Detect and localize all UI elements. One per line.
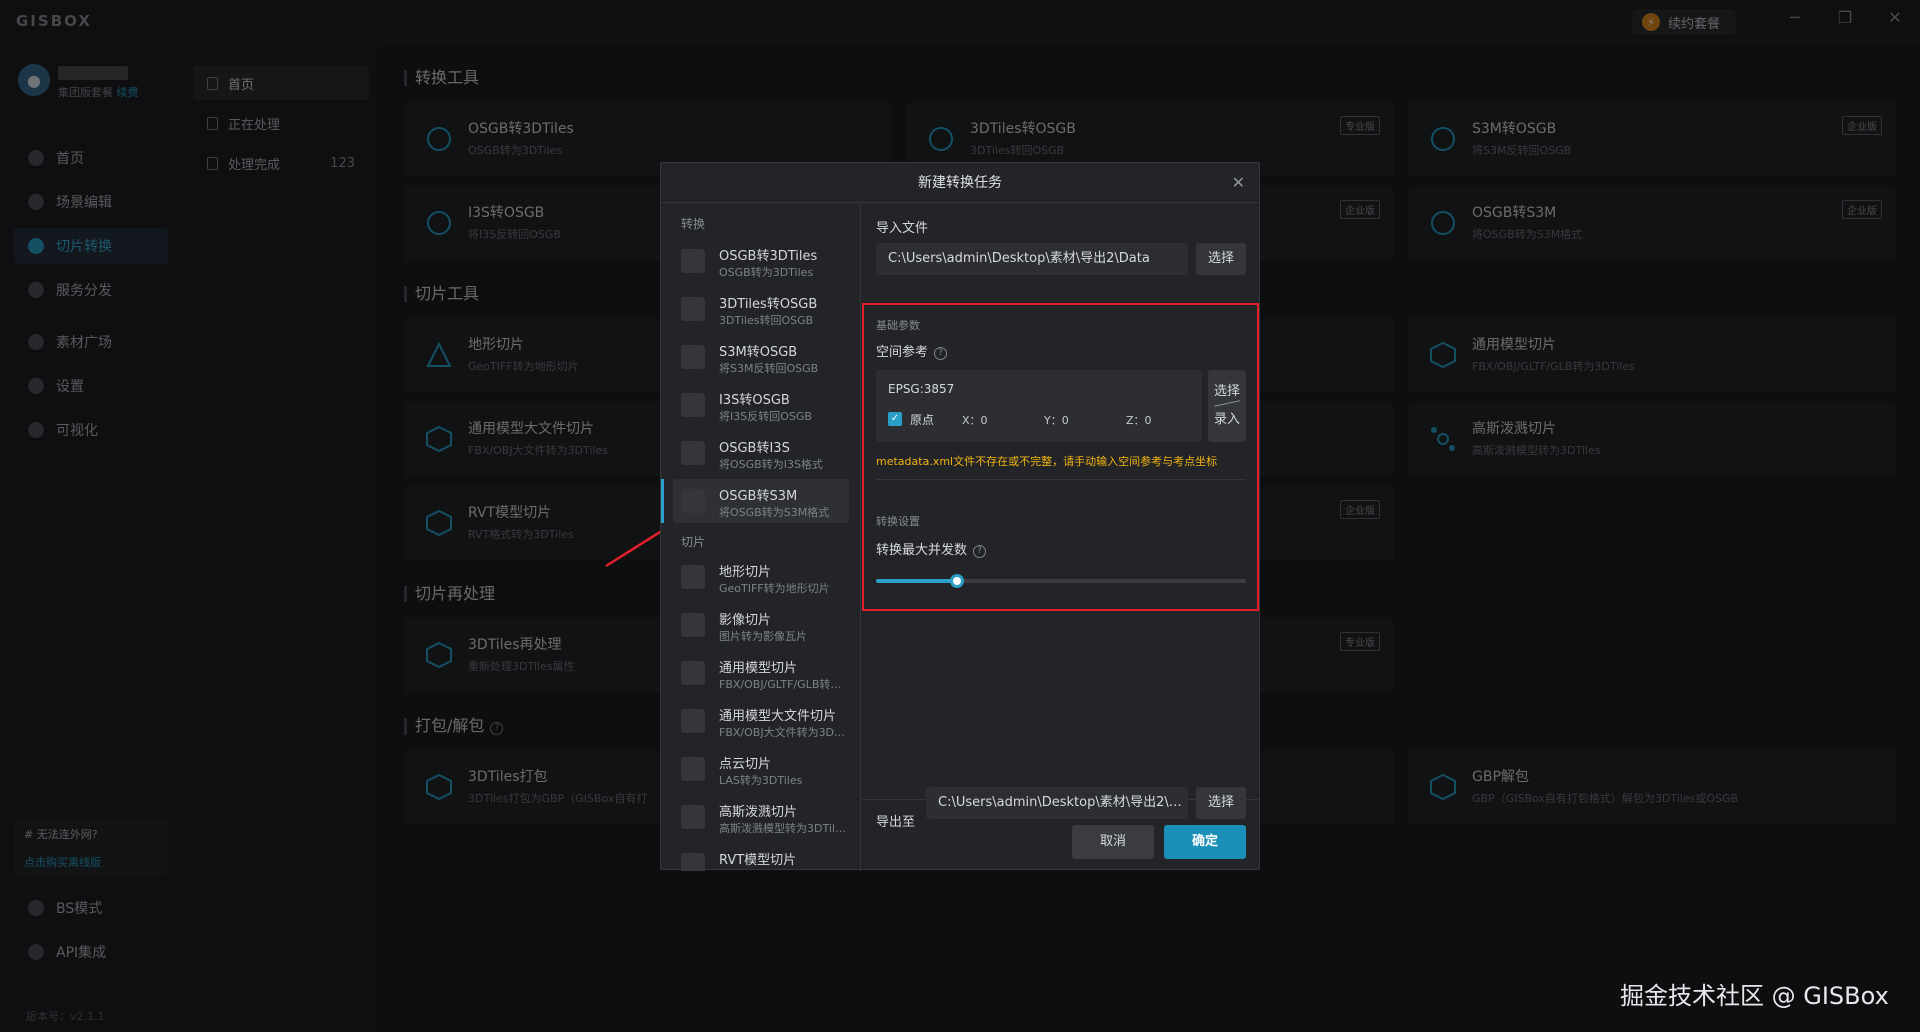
task-item[interactable]: OSGB转3DTiles OSGB转为3DTiles xyxy=(673,239,849,283)
task-item[interactable]: RVT模型切片 xyxy=(673,843,849,871)
task-item[interactable]: 地形切片 GeoTIFF转为地形切片 xyxy=(673,555,849,599)
slider-fill xyxy=(876,579,958,583)
export-label: 导出至 xyxy=(876,815,916,830)
close-icon[interactable]: ✕ xyxy=(1232,163,1245,203)
origin-y[interactable]: Y：0 xyxy=(1044,412,1069,428)
watermark: 掘金技术社区 @ GISBox xyxy=(1620,982,1889,1010)
concurrency-slider[interactable] xyxy=(876,574,1246,588)
convert-icon xyxy=(681,393,705,417)
origin-checkbox[interactable]: ✓ xyxy=(888,412,902,426)
convert-icon xyxy=(681,249,705,273)
group-convert: 转换 xyxy=(681,217,706,231)
convert-settings-label: 转换设置 xyxy=(876,515,920,528)
group-slice: 切片 xyxy=(681,535,706,549)
task-form: 导入文件 C:\Users\admin\Desktop\素材\导出2\Data … xyxy=(862,203,1259,871)
new-task-dialog: 新建转换任务 ✕ 转换 OSGB转3DTiles OSGB转为3DTiles 3D… xyxy=(660,162,1260,871)
cube-icon xyxy=(681,853,705,871)
task-item[interactable]: S3M转OSGB 将S3M反转回OSGB xyxy=(673,335,849,379)
spatial-ref-label: 空间参考? xyxy=(876,341,948,360)
export-select-button[interactable]: 选择 xyxy=(1196,787,1246,819)
convert-icon xyxy=(681,297,705,321)
help-icon: ? xyxy=(973,545,987,558)
terrain-icon xyxy=(681,565,705,589)
task-item-selected[interactable]: OSGB转S3M 将OSGB转为S3M格式 xyxy=(661,479,849,523)
task-item[interactable]: 点云切片 LAS转为3DTiles xyxy=(673,747,849,791)
cancel-button[interactable]: 取消 xyxy=(1072,825,1154,859)
import-label: 导入文件 xyxy=(876,221,929,236)
basic-params-label: 基础参数 xyxy=(876,319,920,332)
task-type-list: 转换 OSGB转3DTiles OSGB转为3DTiles 3DTiles转OSG… xyxy=(661,203,861,871)
import-path-input[interactable]: C:\Users\admin\Desktop\素材\导出2\Data xyxy=(876,243,1188,275)
cube-icon xyxy=(681,709,705,733)
task-item[interactable]: 3DTiles转OSGB 3DTiles转回OSGB xyxy=(673,287,849,331)
spatial-ref-select-input-button[interactable]: 选择 录入 xyxy=(1208,370,1246,442)
export-path-input[interactable]: C:\Users\admin\Desktop\素材\导出2\osgb xyxy=(926,787,1188,819)
dialog-header: 新建转换任务 ✕ xyxy=(661,163,1259,203)
import-select-button[interactable]: 选择 xyxy=(1196,243,1246,275)
concurrency-label: 转换最大并发数? xyxy=(876,539,987,558)
convert-icon xyxy=(681,441,705,465)
task-item[interactable]: 通用模型大文件切片 FBX/OBJ大文件转为3DTiles xyxy=(673,699,849,743)
convert-icon xyxy=(681,489,705,513)
spatial-ref-box[interactable]: EPSG:3857 ✓ 原点 X：0 Y：0 Z：0 xyxy=(876,370,1202,442)
cube-icon xyxy=(681,661,705,685)
origin-label: 原点 xyxy=(910,413,935,427)
epsg-value: EPSG:3857 xyxy=(888,382,955,396)
splat-icon xyxy=(681,805,705,829)
origin-x[interactable]: X：0 xyxy=(962,412,988,428)
convert-icon xyxy=(681,345,705,369)
dialog-title: 新建转换任务 xyxy=(918,175,1002,191)
task-item[interactable]: I3S转OSGB 将I3S反转回OSGB xyxy=(673,383,849,427)
task-item[interactable]: 通用模型切片FBX/OBJ/GLTF/GLB转为3DTiles xyxy=(673,651,849,695)
confirm-button[interactable]: 确定 xyxy=(1164,825,1246,859)
image-icon xyxy=(681,613,705,637)
point-cloud-icon xyxy=(681,757,705,781)
task-item[interactable]: 影像切片 图片转为影像瓦片 xyxy=(673,603,849,647)
task-item[interactable]: 高斯泼溅切片 高斯泼溅模型转为3DTiles xyxy=(673,795,849,839)
help-icon: ? xyxy=(934,347,948,360)
task-item[interactable]: OSGB转I3S 将OSGB转为I3S格式 xyxy=(673,431,849,475)
metadata-warning: metadata.xml文件不存在或不完整，请手动输入空间参考与考点坐标 xyxy=(876,455,1218,468)
origin-z[interactable]: Z：0 xyxy=(1126,412,1152,428)
